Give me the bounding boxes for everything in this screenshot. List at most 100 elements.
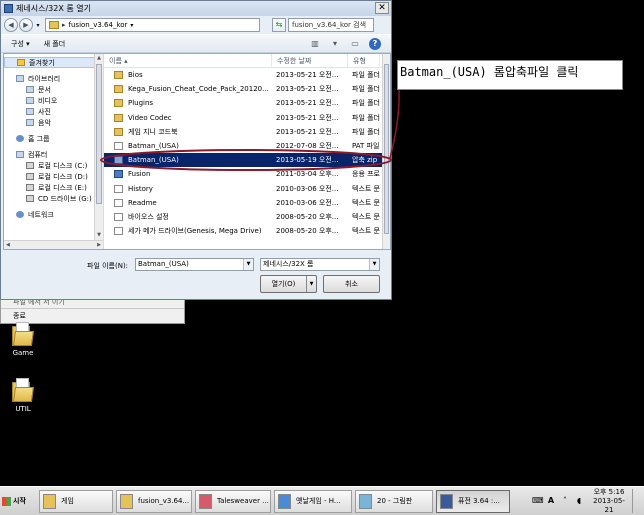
file-type: 파일 폴더 <box>352 85 380 94</box>
back-arrow-icon[interactable]: ◀ <box>4 18 18 32</box>
view-options-icon[interactable]: ▥ <box>309 38 321 50</box>
start-button[interactable]: 시작 <box>2 490 36 512</box>
desktop-icon-game[interactable]: Game <box>1 322 45 357</box>
zip-icon <box>114 156 123 165</box>
nav-item-label: 사진 <box>38 107 51 116</box>
keyboard-icon[interactable]: ⌨ <box>532 496 544 506</box>
file-vertical-scrollbar[interactable] <box>382 54 390 249</box>
nav-item-drive-c[interactable]: 로컬 디스크 (C:) <box>4 160 103 171</box>
taskbar-task[interactable]: 20 - 그림판 <box>355 489 433 513</box>
nav-horizontal-scrollbar[interactable]: ◀ ▶ <box>4 240 103 249</box>
taskbar-task[interactable]: fusion_v3.64... <box>116 489 192 513</box>
search-input[interactable]: fusion_v3.64_kor 검색 <box>288 18 374 32</box>
file-row[interactable]: Batman_(USA) 2012-07-08 오전... PAT 파일 <box>104 139 390 153</box>
navigation-pane: 즐겨찾기 라이브러리 문서 비디오 사진 음악 홈 그룹 컴퓨터 로컬 디스크 … <box>4 54 104 249</box>
chevron-down-icon[interactable]: ▾ <box>329 38 341 50</box>
nav-item-libraries[interactable]: 라이브러리 <box>4 73 103 84</box>
dialog-body: 즐겨찾기 라이브러리 문서 비디오 사진 음악 홈 그룹 컴퓨터 로컬 디스크 … <box>3 53 391 250</box>
app-icon <box>120 493 133 509</box>
nav-item-label: 홈 그룹 <box>28 134 50 143</box>
documents-icon <box>26 86 34 93</box>
close-button[interactable]: ✕ <box>375 2 389 14</box>
clock[interactable]: 오후 5:16 2013-05-21 <box>590 488 628 515</box>
folder-icon <box>114 127 123 136</box>
file-row[interactable]: Batman_(USA) 2013-05-19 오전... 압축 zip <box>104 153 390 168</box>
refresh-icon[interactable]: ⇆ <box>272 18 286 32</box>
nav-item-pictures[interactable]: 사진 <box>4 106 103 117</box>
preview-pane-icon[interactable]: ▭ <box>349 38 361 50</box>
taskbar-task[interactable]: 옛날게임 - H... <box>274 489 352 513</box>
filetype-select[interactable]: 제네시스/32X 롬 ▼ <box>260 258 380 271</box>
menu-item-exit[interactable]: 종료 <box>1 309 184 323</box>
taskbar-task[interactable]: 퓨전 3.64 :... <box>436 489 510 513</box>
taskbar-task[interactable]: Talesweaver ... <box>195 489 271 513</box>
nav-item-drive-e[interactable]: 로컬 디스크 (E:) <box>4 182 103 193</box>
chevron-down-icon[interactable]: ▼ <box>243 259 253 270</box>
breadcrumb-current[interactable]: fusion_v3.64_kor <box>69 21 128 29</box>
breadcrumb-separator-icon[interactable]: ▸ <box>62 21 66 29</box>
file-row[interactable]: 바이오스 설정 2008-05-20 오후... 텍스트 문 <box>104 210 390 224</box>
file-list: 이름 ▴ 수정한 날짜 유형 Bios 2013-05-21 오전... 파일 폴더… <box>104 54 390 249</box>
column-header-name[interactable]: 이름 ▴ <box>104 54 272 67</box>
chevron-up-icon[interactable]: ˄ <box>560 496 570 506</box>
chevron-down-icon[interactable]: ▾ <box>34 22 42 29</box>
file-row[interactable]: 세가 메가 드라이브(Genesis, Mega Drive) 2008-05-2… <box>104 224 390 238</box>
scroll-up-icon[interactable]: ▲ <box>95 54 103 63</box>
filename-field[interactable]: Batman_(USA) ▼ <box>135 258 254 271</box>
nav-item-favorites[interactable]: 즐겨찾기 <box>4 57 103 68</box>
scroll-left-icon[interactable]: ◀ <box>6 241 10 249</box>
forward-arrow-icon[interactable]: ▶ <box>19 18 33 32</box>
app-icon <box>359 493 372 509</box>
file-name: Kega_Fusion_Cheat_Code_Pack_20120... <box>128 85 269 94</box>
file-name: History <box>128 184 153 193</box>
help-icon[interactable]: ? <box>369 37 381 50</box>
scroll-thumb[interactable] <box>96 64 102 204</box>
dialog-titlebar[interactable]: 제네시스/32X 롬 열기 ✕ <box>1 1 391 16</box>
nav-item-drive-d[interactable]: 로컬 디스크 (D:) <box>4 171 103 182</box>
filename-label: 파일 이름(N): <box>87 262 129 270</box>
nav-item-network[interactable]: 네트워크 <box>4 209 103 220</box>
nav-item-music[interactable]: 음악 <box>4 117 103 128</box>
desktop-icon-util[interactable]: UTIL <box>1 378 45 413</box>
music-icon <box>26 119 34 126</box>
scroll-right-icon[interactable]: ▶ <box>97 241 101 249</box>
file-row[interactable]: Video Codec 2013-05-21 오전... 파일 폴더 <box>104 111 390 125</box>
ime-icon[interactable]: A <box>546 496 556 506</box>
volume-icon[interactable]: ◖ <box>574 496 584 506</box>
file-row[interactable]: 게임 지니 코드북 2013-05-21 오전... 파일 폴더 <box>104 125 390 139</box>
app-icon <box>43 493 56 509</box>
new-folder-button[interactable]: 새 폴더 <box>44 39 66 49</box>
nav-item-documents[interactable]: 문서 <box>4 84 103 95</box>
file-type: 텍스트 문 <box>352 212 380 221</box>
chevron-down-icon[interactable]: ▼ <box>306 276 316 292</box>
file-row[interactable]: Plugins 2013-05-21 오전... 파일 폴더 <box>104 96 390 110</box>
show-desktop-button[interactable] <box>632 489 642 513</box>
file-row[interactable]: History 2010-03-06 오전... 텍스트 문 <box>104 182 390 196</box>
taskbar-task[interactable]: 게임 <box>39 489 113 513</box>
nav-item-label: 비디오 <box>38 96 58 105</box>
nav-item-label: CD 드라이브 (G:) <box>38 194 92 203</box>
file-row[interactable]: Bios 2013-05-21 오전... 파일 폴더 <box>104 68 390 82</box>
nav-item-computer[interactable]: 컴퓨터 <box>4 149 103 160</box>
chevron-down-icon[interactable]: ▼ <box>369 259 379 270</box>
file-row[interactable]: Readme 2010-03-06 오전... 텍스트 문 <box>104 196 390 210</box>
nav-item-videos[interactable]: 비디오 <box>4 95 103 106</box>
column-header-type[interactable]: 유형 <box>348 54 380 67</box>
open-button[interactable]: 열기(O) ▼ <box>260 275 317 293</box>
taskbar-task-label: 20 - 그림판 <box>377 497 413 505</box>
file-row[interactable]: Kega_Fusion_Cheat_Code_Pack_20120... 2013… <box>104 82 390 96</box>
address-bar[interactable]: ▸ fusion_v3.64_kor ▾ <box>45 18 260 32</box>
cancel-button[interactable]: 취소 <box>323 275 380 293</box>
nav-item-drive-g[interactable]: CD 드라이브 (G:) <box>4 193 103 204</box>
file-row[interactable]: Fusion 2011-03-04 오후... 응용 프로 <box>104 167 390 181</box>
scroll-thumb[interactable] <box>384 64 389 234</box>
organize-button[interactable]: 구성 ▾ <box>11 39 30 49</box>
open-rom-dialog: 제네시스/32X 롬 열기 ✕ ◀ ▶ ▾ ▸ fusion_v3.64_kor… <box>0 0 392 300</box>
column-header-date[interactable]: 수정한 날짜 <box>272 54 348 67</box>
annotation-callout: Batman_(USA) 롬압축파일 클릭 <box>397 60 623 90</box>
nav-item-homegroup[interactable]: 홈 그룹 <box>4 133 103 144</box>
scroll-down-icon[interactable]: ▼ <box>95 231 103 240</box>
app-icon <box>4 4 13 13</box>
nav-vertical-scrollbar[interactable]: ▲ ▼ <box>94 54 103 249</box>
chevron-down-icon[interactable]: ▾ <box>130 22 133 29</box>
